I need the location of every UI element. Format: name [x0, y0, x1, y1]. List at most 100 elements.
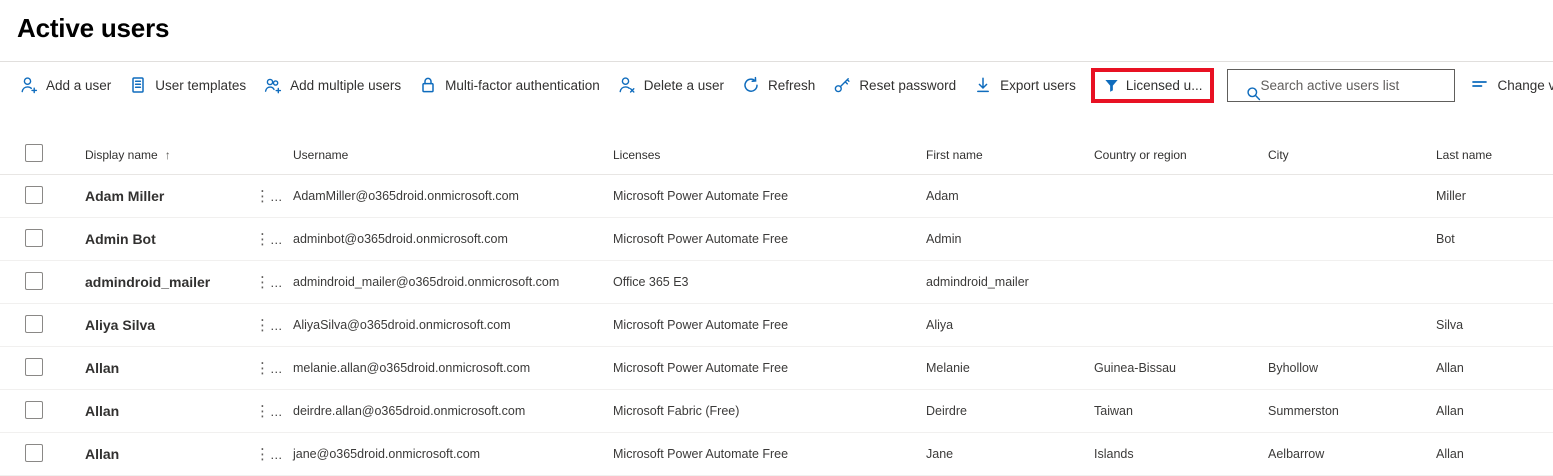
user-username: deirdre.allan@o365droid.onmicrosoft.com	[285, 404, 605, 418]
column-header-last-name[interactable]: Last name	[1428, 148, 1553, 162]
person-add-icon	[19, 75, 39, 95]
user-username: admindroid_mailer@o365droid.onmicrosoft.…	[285, 275, 605, 289]
user-display-name-link[interactable]: Allan	[85, 446, 119, 462]
user-username: AdamMiller@o365droid.onmicrosoft.com	[285, 189, 605, 203]
user-last-name: Allan	[1428, 404, 1553, 418]
user-last-name: Silva	[1428, 318, 1553, 332]
select-row-checkbox[interactable]	[25, 315, 43, 333]
user-first-name: admindroid_mailer	[918, 275, 1086, 289]
add-multiple-users-label: Add multiple users	[290, 78, 401, 93]
column-header-city[interactable]: City	[1260, 148, 1428, 162]
user-last-name: Bot	[1428, 232, 1553, 246]
table-row[interactable]: Allan ⋮ jane@o365droid.onmicrosoft.com M…	[0, 433, 1553, 476]
user-country: Taiwan	[1086, 404, 1260, 418]
lock-icon	[418, 75, 438, 95]
select-row-checkbox[interactable]	[25, 272, 43, 290]
table-row[interactable]: Aliya Silva ⋮ AliyaSilva@o365droid.onmic…	[0, 304, 1553, 347]
column-header-licenses[interactable]: Licenses	[605, 148, 918, 162]
table-header-row: Display name ↑ Username Licenses First na…	[0, 135, 1553, 175]
reset-password-label: Reset password	[859, 78, 956, 93]
table-row[interactable]: Adam Miller ⋮ AdamMiller@o365droid.onmic…	[0, 175, 1553, 218]
user-licenses: Microsoft Power Automate Free	[605, 361, 918, 375]
change-view-icon	[1470, 75, 1490, 95]
select-row-checkbox[interactable]	[25, 186, 43, 204]
user-display-name-link[interactable]: Allan	[85, 403, 119, 419]
toolbar-button-export-users[interactable]: Export users	[971, 71, 1078, 99]
user-display-name-link[interactable]: Admin Bot	[85, 231, 156, 247]
select-row-checkbox[interactable]	[25, 229, 43, 247]
table-row[interactable]: Admin Bot ⋮ adminbot@o365droid.onmicroso…	[0, 218, 1553, 261]
toolbar-button-add-a-user[interactable]: Add a user	[17, 71, 113, 99]
user-display-name-link[interactable]: Aliya Silva	[85, 317, 155, 333]
user-country: Guinea-Bissau	[1086, 361, 1260, 375]
filter-licensed-users-button[interactable]: Licensed u...	[1095, 72, 1211, 99]
user-first-name: Admin	[918, 232, 1086, 246]
user-city: Byhollow	[1260, 361, 1428, 375]
user-username: adminbot@o365droid.onmicrosoft.com	[285, 232, 605, 246]
select-all-checkbox[interactable]	[25, 144, 43, 162]
user-display-name-link[interactable]: Allan	[85, 360, 119, 376]
user-first-name: Melanie	[918, 361, 1086, 375]
filter-button-label: Licensed u...	[1126, 78, 1203, 93]
people-add-icon	[263, 75, 283, 95]
user-first-name: Deirdre	[918, 404, 1086, 418]
download-icon	[973, 75, 993, 95]
user-licenses: Microsoft Power Automate Free	[605, 232, 918, 246]
user-licenses: Microsoft Fabric (Free)	[605, 404, 918, 418]
delete-a-user-label: Delete a user	[644, 78, 724, 93]
refresh-icon	[741, 75, 761, 95]
document-list-icon	[128, 75, 148, 95]
add-a-user-label: Add a user	[46, 78, 111, 93]
search-box	[1227, 69, 1455, 102]
column-header-display-name[interactable]: Display name	[85, 148, 158, 162]
toolbar-button-refresh[interactable]: Refresh	[739, 71, 817, 99]
user-username: melanie.allan@o365droid.onmicrosoft.com	[285, 361, 605, 375]
change-view-label: Change view	[1497, 78, 1553, 93]
user-display-name-link[interactable]: Adam Miller	[85, 188, 164, 204]
column-header-country[interactable]: Country or region	[1086, 148, 1260, 162]
row-actions-menu-icon[interactable]: ⋮	[249, 447, 276, 462]
user-display-name-link[interactable]: admindroid_mailer	[85, 274, 210, 290]
toolbar-button-add-multiple-users[interactable]: Add multiple users	[261, 71, 403, 99]
select-row-checkbox[interactable]	[25, 358, 43, 376]
toolbar-button-multi-factor-authentication[interactable]: Multi-factor authentication	[416, 71, 602, 99]
user-licenses: Microsoft Power Automate Free	[605, 318, 918, 332]
toolbar-button-reset-password[interactable]: Reset password	[830, 71, 958, 99]
row-actions-menu-icon[interactable]: ⋮	[249, 361, 276, 376]
row-actions-menu-icon[interactable]: ⋮	[249, 232, 276, 247]
user-country: Islands	[1086, 447, 1260, 461]
row-actions-menu-icon[interactable]: ⋮	[249, 318, 276, 333]
user-username: AliyaSilva@o365droid.onmicrosoft.com	[285, 318, 605, 332]
refresh-label: Refresh	[768, 78, 815, 93]
user-templates-label: User templates	[155, 78, 246, 93]
user-licenses: Microsoft Power Automate Free	[605, 189, 918, 203]
page-title: Active users	[0, 0, 1553, 44]
table-row[interactable]: Allan ⋮ deirdre.allan@o365droid.onmicros…	[0, 390, 1553, 433]
user-last-name: Miller	[1428, 189, 1553, 203]
user-city: Aelbarrow	[1260, 447, 1428, 461]
user-city: Summerston	[1260, 404, 1428, 418]
user-username: jane@o365droid.onmicrosoft.com	[285, 447, 605, 461]
column-header-username[interactable]: Username	[285, 148, 605, 162]
key-icon	[832, 75, 852, 95]
column-header-first-name[interactable]: First name	[918, 148, 1086, 162]
table-row[interactable]: admindroid_mailer ⋮ admindroid_mailer@o3…	[0, 261, 1553, 304]
sort-ascending-icon: ↑	[165, 148, 171, 162]
user-first-name: Jane	[918, 447, 1086, 461]
user-last-name: Allan	[1428, 361, 1553, 375]
toolbar-button-delete-a-user[interactable]: Delete a user	[615, 71, 726, 99]
highlight-annotation-box: Licensed u...	[1091, 68, 1215, 103]
change-view-button[interactable]: Change view	[1468, 71, 1553, 99]
select-row-checkbox[interactable]	[25, 444, 43, 462]
user-first-name: Aliya	[918, 318, 1086, 332]
person-delete-icon	[617, 75, 637, 95]
row-actions-menu-icon[interactable]: ⋮	[249, 189, 276, 204]
export-users-label: Export users	[1000, 78, 1076, 93]
row-actions-menu-icon[interactable]: ⋮	[249, 275, 276, 290]
table-row[interactable]: Allan ⋮ melanie.allan@o365droid.onmicros…	[0, 347, 1553, 390]
select-row-checkbox[interactable]	[25, 401, 43, 419]
actions-toolbar: Add a user User templates Add multiple u…	[0, 62, 1553, 108]
toolbar-button-user-templates[interactable]: User templates	[126, 71, 248, 99]
user-licenses: Office 365 E3	[605, 275, 918, 289]
row-actions-menu-icon[interactable]: ⋮	[249, 404, 276, 419]
